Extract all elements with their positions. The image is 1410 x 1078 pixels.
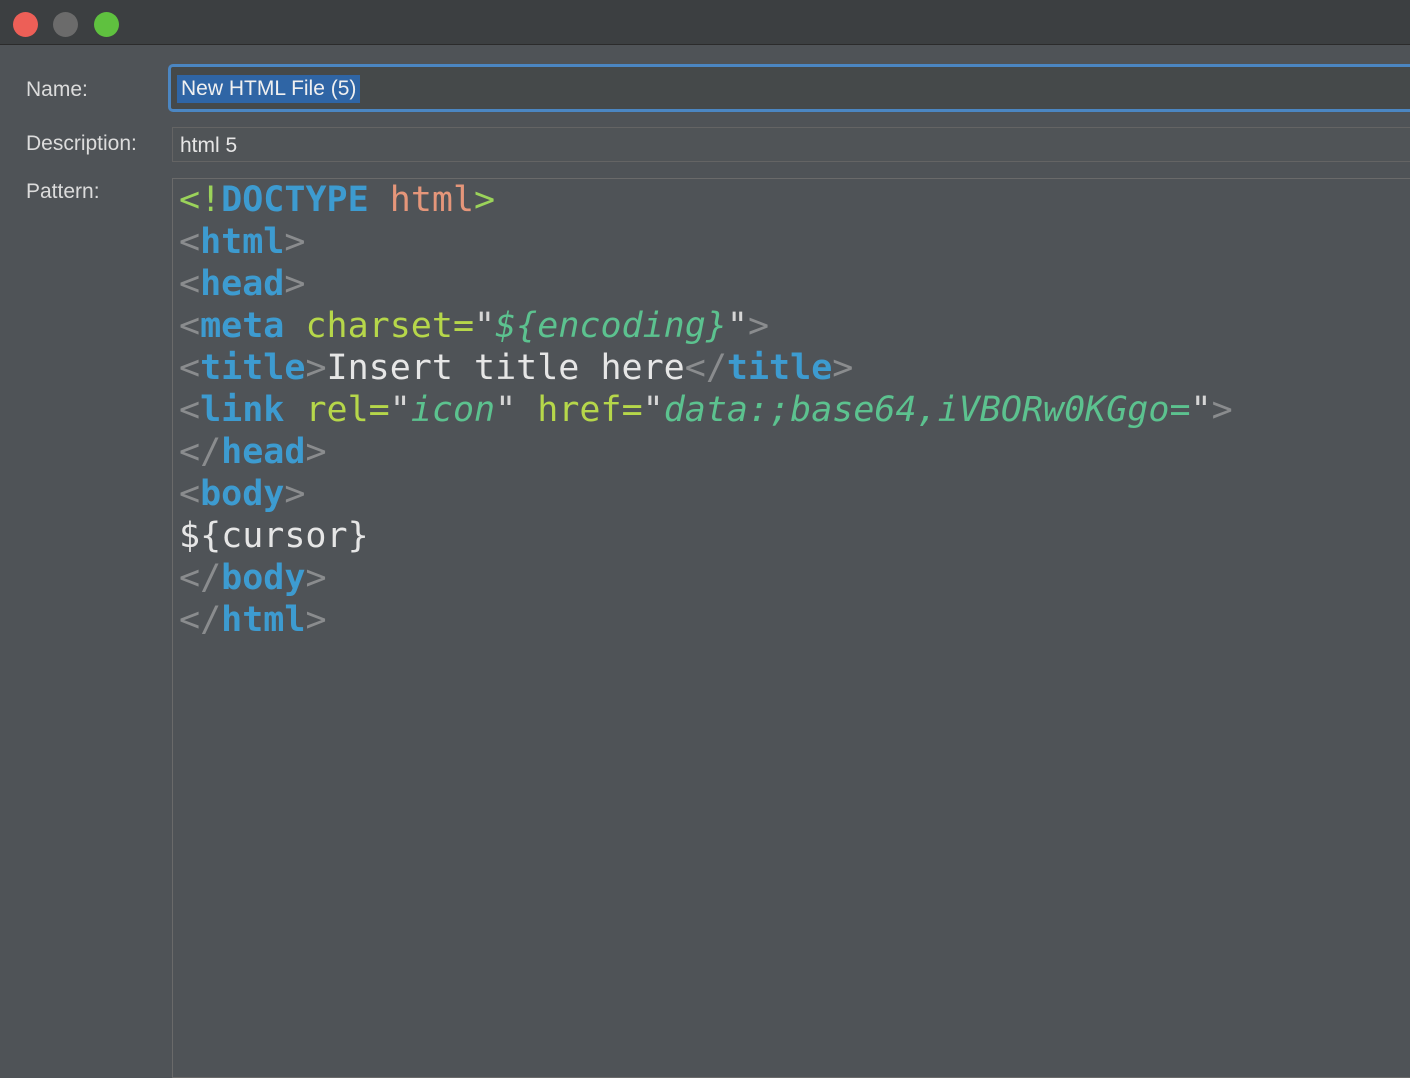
code-token: meta: [200, 306, 285, 346]
minimize-icon[interactable]: [53, 12, 78, 37]
code-token: >: [305, 432, 327, 472]
code-token: html: [221, 600, 306, 640]
code-token: </: [179, 558, 222, 598]
code-token: <: [179, 264, 201, 304]
code-token: head: [221, 432, 306, 472]
pattern-editor[interactable]: <!DOCTYPE html> <html> <head> <meta charset…: [172, 178, 1410, 1078]
code-token: <: [179, 390, 201, 430]
code-token: ": [642, 390, 664, 430]
code-token: DOCTYPE: [221, 180, 369, 220]
pattern-code[interactable]: <!DOCTYPE html> <html> <head> <meta charset…: [179, 179, 1233, 641]
code-token: </: [179, 600, 222, 640]
code-line: </body>: [179, 557, 1233, 599]
code-token: head: [200, 264, 285, 304]
code-line: <head>: [179, 263, 1233, 305]
code-token: <: [179, 474, 201, 514]
code-token: </: [179, 432, 222, 472]
title-bar: [0, 0, 1410, 45]
code-line: <link rel="icon" href="data:;base64,iVBO…: [179, 389, 1233, 431]
code-token: html: [389, 180, 475, 220]
code-token: >: [1211, 390, 1233, 430]
name-value[interactable]: New HTML File (5): [177, 75, 361, 103]
code-token: >: [305, 558, 327, 598]
code-line: <title>Insert title here</title>: [179, 347, 1233, 389]
code-token: icon: [410, 390, 496, 430]
description-label: Description:: [26, 132, 137, 155]
code-token: data:;base64,iVBORw0KGgo=: [663, 390, 1191, 430]
code-token: body: [200, 474, 285, 514]
code-token: html: [200, 222, 285, 262]
code-token: >: [305, 348, 327, 388]
code-token: >: [474, 180, 496, 220]
code-line: <!DOCTYPE html>: [179, 179, 1233, 221]
code-line: <body>: [179, 473, 1233, 515]
code-token: ": [1190, 390, 1212, 430]
code-token: rel=: [305, 390, 390, 430]
code-line: </head>: [179, 431, 1233, 473]
description-field[interactable]: html 5: [172, 127, 1410, 162]
code-token: <!: [179, 180, 222, 220]
code-token: >: [284, 474, 306, 514]
code-token: ${encoding}: [495, 306, 727, 346]
code-token: ${cursor}: [179, 516, 369, 556]
code-token: <: [179, 222, 201, 262]
code-token: ": [495, 390, 517, 430]
code-token: ": [726, 306, 748, 346]
code-line: </html>: [179, 599, 1233, 641]
code-token: link: [200, 390, 285, 430]
code-token: </: [684, 348, 727, 388]
code-line: <html>: [179, 221, 1233, 263]
code-token: title: [200, 348, 306, 388]
code-token: title: [726, 348, 833, 388]
close-icon[interactable]: [13, 12, 38, 37]
code-token: >: [747, 306, 770, 346]
code-token: ": [389, 390, 411, 430]
code-line: <meta charset="${encoding}">: [179, 305, 1233, 347]
code-token: >: [305, 600, 327, 640]
code-token: charset=: [305, 306, 475, 346]
code-token: <: [179, 306, 201, 346]
name-field[interactable]: New HTML File (5): [168, 64, 1410, 112]
code-line: ${cursor}: [179, 515, 1233, 557]
code-token: Insert title here: [326, 348, 685, 388]
code-token: >: [832, 348, 854, 388]
code-token: href=: [537, 390, 643, 430]
code-token: body: [221, 558, 306, 598]
name-label: Name:: [26, 78, 88, 101]
description-value[interactable]: html 5: [180, 133, 237, 159]
pattern-label: Pattern:: [26, 180, 100, 203]
code-token: <: [179, 348, 201, 388]
code-token: >: [284, 222, 306, 262]
code-token: >: [284, 264, 306, 304]
code-token: ": [474, 306, 496, 346]
zoom-icon[interactable]: [94, 12, 119, 37]
